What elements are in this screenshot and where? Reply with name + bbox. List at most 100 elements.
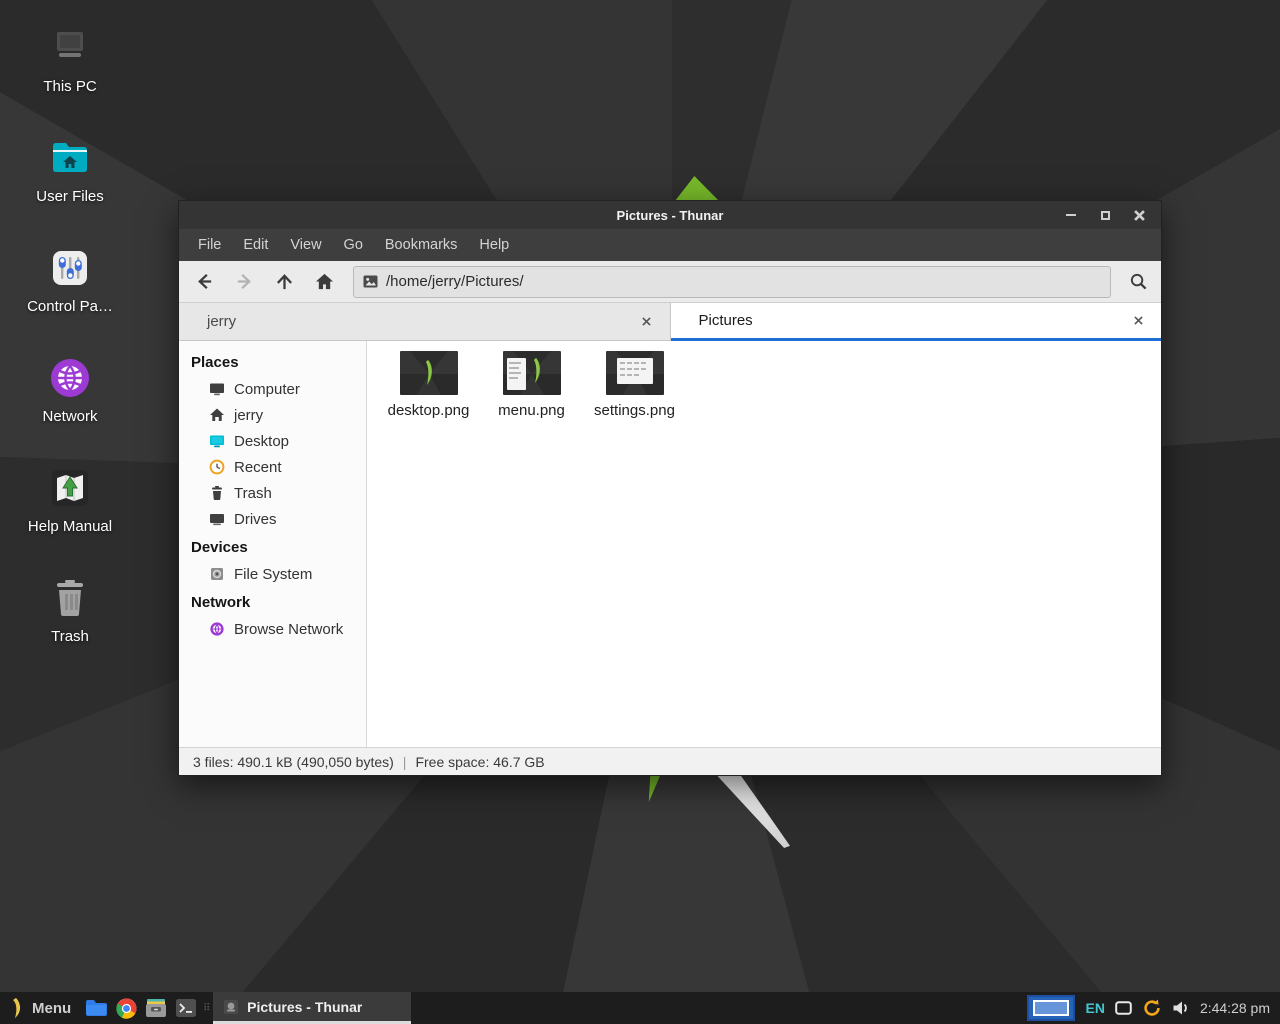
panel-drag-handle[interactable]: ⠿	[201, 992, 213, 1024]
close-icon	[642, 317, 651, 326]
home-icon	[209, 407, 225, 423]
close-icon	[1134, 210, 1145, 221]
tab-pictures[interactable]: Pictures	[671, 303, 1162, 341]
up-button[interactable]	[265, 265, 303, 299]
window-titlebar[interactable]: Pictures - Thunar	[179, 201, 1161, 229]
back-button[interactable]	[185, 265, 223, 299]
sidebar-item-desktop[interactable]: Desktop	[179, 428, 366, 454]
tab-jerry[interactable]: jerry	[179, 303, 671, 341]
taskbar-window-title: Pictures - Thunar	[247, 999, 362, 1015]
menu-bookmarks[interactable]: Bookmarks	[374, 232, 469, 258]
tab-label: jerry	[207, 313, 236, 330]
launcher-file-manager[interactable]	[81, 992, 111, 1024]
toolbar: /home/jerry/Pictures/	[179, 261, 1161, 303]
sidebar-item-computer[interactable]: Computer	[179, 376, 366, 402]
menu-logo-icon	[8, 997, 24, 1019]
desktop-icon-network[interactable]: Network	[16, 354, 124, 436]
trash-icon	[46, 574, 94, 622]
file-item-settings-png[interactable]: settings.png	[583, 351, 686, 419]
file-grid: desktop.png	[367, 341, 1161, 419]
home-button[interactable]	[305, 265, 343, 299]
folder-home-icon	[46, 134, 94, 182]
menu-edit[interactable]: Edit	[232, 232, 279, 258]
sidebar-item-jerry[interactable]: jerry	[179, 402, 366, 428]
menu-file[interactable]: File	[187, 232, 232, 258]
display-tray-icon[interactable]	[1115, 1001, 1132, 1015]
recent-clock-icon	[209, 459, 225, 475]
archive-cabinet-icon	[145, 998, 167, 1018]
menubar: File Edit View Go Bookmarks Help	[179, 229, 1161, 261]
chrome-icon	[116, 998, 137, 1019]
tab-close-button[interactable]	[638, 313, 656, 331]
file-item-desktop-png[interactable]: desktop.png	[377, 351, 480, 419]
clock[interactable]: 2:44:28 pm	[1200, 1000, 1270, 1016]
network-globe-icon	[209, 621, 225, 637]
up-arrow-icon	[275, 272, 294, 291]
maximize-button[interactable]	[1095, 205, 1115, 225]
update-notifier-icon[interactable]	[1142, 998, 1162, 1018]
taskbar-window-button-thunar[interactable]: Pictures - Thunar	[213, 992, 411, 1024]
sidebar-item-label: Recent	[234, 459, 282, 476]
workspace-window-outline	[1033, 1000, 1069, 1016]
sidebar-item-label: Computer	[234, 381, 300, 398]
network-globe-icon	[46, 354, 94, 402]
desktop-icon-label: Network	[42, 408, 97, 425]
desktop-icon-label: This PC	[43, 78, 96, 95]
desktop-icon-this-pc[interactable]: This PC	[16, 24, 124, 106]
sidebar-item-drives[interactable]: Drives	[179, 506, 366, 532]
green-logo-shape	[421, 359, 436, 386]
control-panel-icon	[46, 244, 94, 292]
update-refresh-icon	[1142, 998, 1162, 1018]
window-controls	[1061, 205, 1161, 225]
workspace-switcher[interactable]	[1027, 995, 1075, 1021]
sidebar-item-recent[interactable]: Recent	[179, 454, 366, 480]
close-button[interactable]	[1129, 205, 1149, 225]
applications-menu-button[interactable]: Menu	[0, 992, 81, 1024]
file-view[interactable]: desktop.png	[367, 341, 1161, 747]
status-files-summary: 3 files: 490.1 kB (490,050 bytes)	[193, 754, 394, 770]
status-bar: 3 files: 490.1 kB (490,050 bytes) | Free…	[179, 747, 1161, 775]
launcher-terminal[interactable]	[171, 992, 201, 1024]
desktop-icon-trash[interactable]: Trash	[16, 574, 124, 656]
sidebar-item-label: Drives	[234, 511, 277, 528]
sidebar-item-browse-network[interactable]: Browse Network	[179, 616, 366, 642]
desktop-icon-user-files[interactable]: User Files	[16, 134, 124, 216]
status-separator: |	[403, 754, 407, 770]
status-free-space: Free space: 46.7 GB	[415, 754, 544, 770]
menu-view[interactable]: View	[279, 232, 332, 258]
computer-icon	[46, 24, 94, 72]
minimize-button[interactable]	[1061, 205, 1081, 225]
launcher-archive-manager[interactable]	[141, 992, 171, 1024]
green-logo-shape	[529, 357, 544, 384]
menu-go[interactable]: Go	[333, 232, 374, 258]
menu-help[interactable]: Help	[468, 232, 520, 258]
tab-close-button[interactable]	[1129, 312, 1147, 330]
tab-label: Pictures	[699, 312, 753, 329]
file-manager-window: Pictures - Thunar File Edit View Go Book…	[178, 200, 1162, 776]
launcher-chrome[interactable]	[111, 992, 141, 1024]
sidebar-item-file-system[interactable]: File System	[179, 561, 366, 587]
search-button[interactable]	[1119, 265, 1157, 299]
sidebar-item-label: jerry	[234, 407, 263, 424]
thunar-window-icon	[223, 999, 239, 1015]
volume-tray-icon[interactable]	[1172, 1000, 1190, 1016]
path-text: /home/jerry/Pictures/	[386, 273, 524, 290]
taskbar-left: Menu	[0, 992, 411, 1024]
path-bar[interactable]: /home/jerry/Pictures/	[353, 266, 1111, 298]
keyboard-layout-indicator[interactable]: EN	[1085, 1000, 1104, 1016]
desktop-icon-control-panel[interactable]: Control Pa…	[16, 244, 124, 326]
file-name: desktop.png	[388, 402, 470, 419]
taskbar: Menu	[0, 992, 1280, 1024]
trash-icon	[209, 485, 225, 501]
window-title: Pictures - Thunar	[179, 208, 1161, 223]
menu-panel-shape	[507, 358, 526, 390]
desktop-icon-help-manual[interactable]: Help Manual	[16, 464, 124, 546]
desktop-monitor-icon	[209, 433, 225, 449]
sidebar-item-trash[interactable]: Trash	[179, 480, 366, 506]
desktop-icon-column: This PC User Files Control Pa…	[16, 24, 124, 684]
sidebar: Places Computer jerry	[179, 341, 367, 747]
forward-button[interactable]	[225, 265, 263, 299]
file-name: settings.png	[594, 402, 675, 419]
drives-icon	[209, 511, 225, 527]
file-item-menu-png[interactable]: menu.png	[480, 351, 583, 419]
